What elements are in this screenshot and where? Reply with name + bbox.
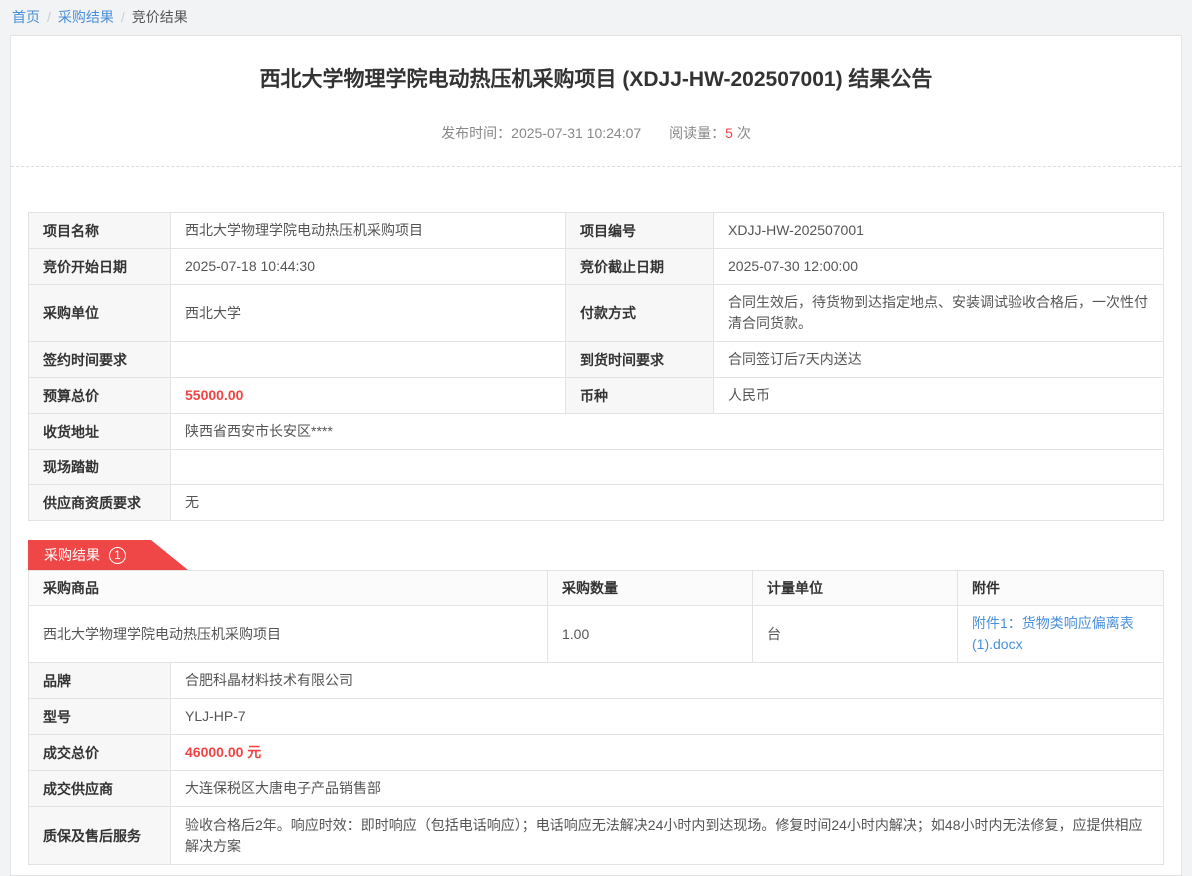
page-title: 西北大学物理学院电动热压机采购项目 (XDJJ-HW-202507001) 结果… xyxy=(51,66,1141,94)
column-header: 计量单位 xyxy=(753,571,958,606)
attachment-link[interactable]: 附件1：货物类响应偏离表(1).docx xyxy=(972,615,1134,652)
purchase-result-count-badge: 1 xyxy=(109,547,126,564)
info-value: 西北大学物理学院电动热压机采购项目 xyxy=(171,213,566,249)
info-label: 项目名称 xyxy=(29,213,171,249)
detail-label: 型号 xyxy=(29,699,171,735)
publish-time-value: 2025-07-31 10:24:07 xyxy=(511,125,641,141)
table-row: 供应商资质要求 无 xyxy=(29,485,1164,521)
detail-label: 成交总价 xyxy=(29,735,171,771)
info-value xyxy=(171,450,1164,485)
info-label: 币种 xyxy=(566,378,714,414)
table-row: 竞价开始日期 2025-07-18 10:44:30 竞价截止日期 2025-0… xyxy=(29,249,1164,285)
table-row: 质保及售后服务 验收合格后2年。响应时效：即时响应（包括电话响应）；电话响应无法… xyxy=(29,807,1164,865)
publish-meta: 发布时间：2025-07-31 10:24:07 阅读量：5 次 xyxy=(11,123,1181,143)
table-row: 现场踏勘 xyxy=(29,450,1164,485)
purchase-result-badge: 采购结果 1 xyxy=(28,540,188,570)
breadcrumb-purchase-results-link[interactable]: 采购结果 xyxy=(58,9,114,25)
info-label: 付款方式 xyxy=(566,285,714,342)
views-count: 5 xyxy=(725,125,733,141)
info-label: 现场踏勘 xyxy=(29,450,171,485)
result-table: 采购商品 采购数量 计量单位 附件 西北大学物理学院电动热压机采购项目 1.00… xyxy=(28,570,1164,663)
result-table-header-row: 采购商品 采购数量 计量单位 附件 xyxy=(29,571,1164,606)
table-row: 成交总价 46000.00 元 xyxy=(29,735,1164,771)
publish-time-label: 发布时间： xyxy=(441,125,511,141)
deal-total-price-value: 46000.00 元 xyxy=(171,735,1164,771)
info-label: 采购单位 xyxy=(29,285,171,342)
info-label: 签约时间要求 xyxy=(29,342,171,378)
warranty-service-value: 验收合格后2年。响应时效：即时响应（包括电话响应）；电话响应无法解决24小时内到… xyxy=(171,807,1164,865)
product-unit: 台 xyxy=(753,606,958,663)
attachment-cell: 附件1：货物类响应偏离表(1).docx xyxy=(958,606,1164,663)
views-label: 阅读量： xyxy=(669,125,725,141)
info-label: 收货地址 xyxy=(29,414,171,450)
budget-total-value: 55000.00 xyxy=(171,378,566,414)
info-label: 到货时间要求 xyxy=(566,342,714,378)
project-info-table: 项目名称 西北大学物理学院电动热压机采购项目 项目编号 XDJJ-HW-2025… xyxy=(28,212,1164,521)
info-label: 竞价截止日期 xyxy=(566,249,714,285)
table-row: 成交供应商 大连保税区大唐电子产品销售部 xyxy=(29,771,1164,807)
info-value: XDJJ-HW-202507001 xyxy=(714,213,1164,249)
info-value: 合同生效后，待货物到达指定地点、安装调试验收合格后，一次性付清合同货款。 xyxy=(714,285,1164,342)
product-quantity: 1.00 xyxy=(548,606,753,663)
column-header: 附件 xyxy=(958,571,1164,606)
info-label: 预算总价 xyxy=(29,378,171,414)
column-header: 采购商品 xyxy=(29,571,548,606)
breadcrumb-separator: / xyxy=(121,9,125,25)
info-value: 2025-07-18 10:44:30 xyxy=(171,249,566,285)
product-name: 西北大学物理学院电动热压机采购项目 xyxy=(29,606,548,663)
result-detail-table: 品牌 合肥科晶材料技术有限公司 型号 YLJ-HP-7 成交总价 46000.0… xyxy=(28,662,1164,865)
info-value: 合同签订后7天内送达 xyxy=(714,342,1164,378)
table-row: 收货地址 陕西省西安市长安区**** xyxy=(29,414,1164,450)
content-area: 项目名称 西北大学物理学院电动热压机采购项目 项目编号 XDJJ-HW-2025… xyxy=(11,212,1181,865)
info-value: 陕西省西安市长安区**** xyxy=(171,414,1164,450)
breadcrumb-separator: / xyxy=(47,9,51,25)
info-label: 项目编号 xyxy=(566,213,714,249)
info-value: 人民币 xyxy=(714,378,1164,414)
divider xyxy=(11,166,1181,167)
detail-label: 成交供应商 xyxy=(29,771,171,807)
views-unit: 次 xyxy=(737,125,751,141)
column-header: 采购数量 xyxy=(548,571,753,606)
table-row: 型号 YLJ-HP-7 xyxy=(29,699,1164,735)
winning-supplier-value: 大连保税区大唐电子产品销售部 xyxy=(171,771,1164,807)
info-value: 2025-07-30 12:00:00 xyxy=(714,249,1164,285)
breadcrumb: 首页 / 采购结果 / 竞价结果 xyxy=(0,0,1192,35)
detail-label: 品牌 xyxy=(29,663,171,699)
info-value xyxy=(171,342,566,378)
table-row: 预算总价 55000.00 币种 人民币 xyxy=(29,378,1164,414)
table-row: 签约时间要求 到货时间要求 合同签订后7天内送达 xyxy=(29,342,1164,378)
info-value: 无 xyxy=(171,485,1164,521)
model-value: YLJ-HP-7 xyxy=(171,699,1164,735)
table-row: 品牌 合肥科晶材料技术有限公司 xyxy=(29,663,1164,699)
table-row: 采购单位 西北大学 付款方式 合同生效后，待货物到达指定地点、安装调试验收合格后… xyxy=(29,285,1164,342)
breadcrumb-home-link[interactable]: 首页 xyxy=(12,9,40,25)
product-row: 西北大学物理学院电动热压机采购项目 1.00 台 附件1：货物类响应偏离表(1)… xyxy=(29,606,1164,663)
info-label: 供应商资质要求 xyxy=(29,485,171,521)
purchase-result-badge-label: 采购结果 xyxy=(44,545,100,565)
info-label: 竞价开始日期 xyxy=(29,249,171,285)
brand-value: 合肥科晶材料技术有限公司 xyxy=(171,663,1164,699)
breadcrumb-current: 竞价结果 xyxy=(132,9,188,25)
announcement-card: 西北大学物理学院电动热压机采购项目 (XDJJ-HW-202507001) 结果… xyxy=(10,35,1182,876)
detail-label: 质保及售后服务 xyxy=(29,807,171,865)
info-value: 西北大学 xyxy=(171,285,566,342)
table-row: 项目名称 西北大学物理学院电动热压机采购项目 项目编号 XDJJ-HW-2025… xyxy=(29,213,1164,249)
